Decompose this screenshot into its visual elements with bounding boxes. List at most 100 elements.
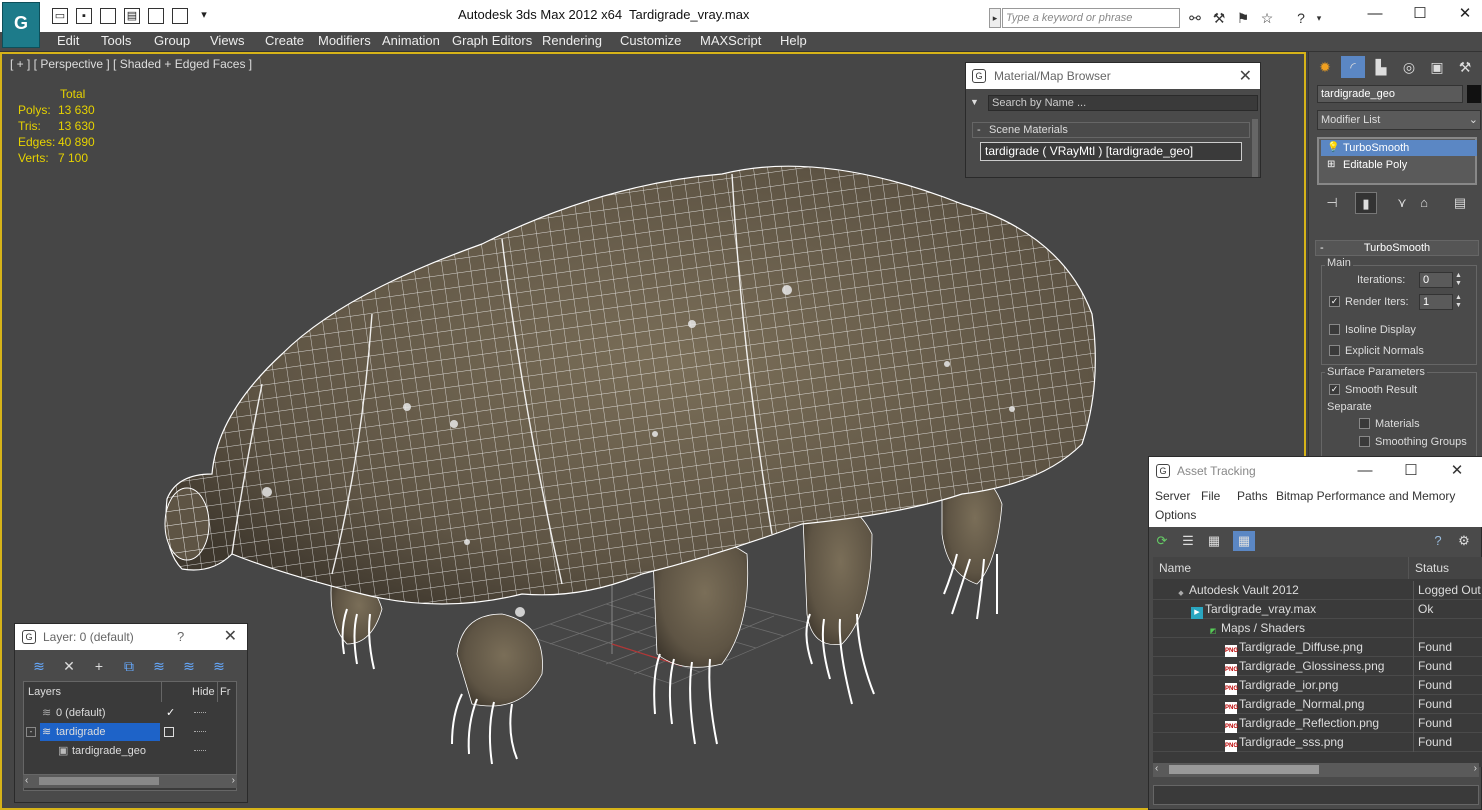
menu-edit[interactable]: Edit (57, 33, 79, 48)
new-icon[interactable] (100, 8, 116, 24)
spinner-arrows-icon[interactable]: ▲ ▼ (1455, 294, 1463, 310)
iterations-spinner[interactable]: 0 (1419, 272, 1453, 288)
column-header-layers[interactable]: Layers (24, 682, 162, 702)
object-color-swatch[interactable] (1467, 85, 1481, 103)
menu-animation[interactable]: Animation (382, 33, 440, 48)
smooth-result-checkbox[interactable]: ✓ (1329, 384, 1340, 395)
render-iters-checkbox[interactable]: ✓ (1329, 296, 1340, 307)
hierarchy-tab-icon[interactable]: ▙ (1369, 56, 1393, 78)
table-row[interactable]: PNGTardigrade_Diffuse.png Found (1153, 638, 1482, 657)
help-dropdown-icon[interactable]: ▾ (1310, 9, 1328, 27)
material-browser-title-bar[interactable]: Material/Map Browser (966, 63, 1260, 89)
close-icon[interactable]: ✕ (1239, 66, 1252, 86)
select-in-layer-icon[interactable]: ⧉ (119, 657, 139, 675)
horizontal-scrollbar[interactable]: ‹ › (23, 774, 237, 788)
quick-access-dropdown-icon[interactable]: ▾ (196, 8, 212, 24)
scroll-right-icon[interactable]: › (232, 775, 235, 786)
freeze-all-layers-icon[interactable]: ≋ (209, 657, 229, 675)
scrollbar[interactable] (1252, 119, 1258, 177)
hide-toggle[interactable] (194, 731, 206, 732)
minimize-button[interactable]: — (1345, 457, 1385, 485)
column-header-name[interactable]: Name (1153, 557, 1409, 579)
table-row[interactable]: ▶ Tardigrade_vray.max Ok (1153, 600, 1482, 619)
modifier-list-dropdown[interactable]: Modifier List ⌄ (1317, 110, 1481, 130)
menu-group[interactable]: Group (154, 33, 190, 48)
close-button[interactable]: ✕ (1437, 457, 1477, 485)
table-row[interactable]: PNGTardigrade_Glossiness.png Found (1153, 657, 1482, 676)
help-icon[interactable]: ? (1292, 9, 1310, 27)
table-row[interactable]: ◆ Autodesk Vault 2012 Logged Out (1153, 581, 1482, 600)
open-icon[interactable]: ▭ (52, 8, 68, 24)
layer-row-default[interactable]: ≋ 0 (default) ✓ (24, 704, 236, 722)
highlight-layer-icon[interactable]: ≋ (149, 657, 169, 675)
lightbulb-icon[interactable]: 💡 (1327, 142, 1339, 154)
search-input[interactable]: Type a keyword or phrase (1002, 8, 1180, 28)
material-search-input[interactable]: Search by Name ... (988, 95, 1258, 111)
redo-icon[interactable] (172, 8, 188, 24)
save-icon[interactable]: ▪ (76, 8, 92, 24)
collapse-minus-icon[interactable]: - (26, 727, 36, 737)
search-expand-icon[interactable]: ▸ (989, 8, 1001, 28)
active-layer-check-icon[interactable]: ✓ (166, 704, 175, 722)
horizontal-scrollbar[interactable]: ‹ › (1153, 763, 1479, 777)
communication-icon[interactable]: ⚑ (1234, 9, 1252, 27)
isoline-display-checkbox[interactable] (1329, 324, 1340, 335)
list-view-icon[interactable]: ☰ (1177, 531, 1199, 551)
render-iters-spinner[interactable]: 1 (1419, 294, 1453, 310)
binoculars-icon[interactable]: ⚯ (1186, 9, 1204, 27)
remove-modifier-icon[interactable]: ⌂ (1413, 192, 1435, 214)
table-row[interactable]: PNGTardigrade_Normal.png Found (1153, 695, 1482, 714)
thumbnail-view-icon[interactable]: ▦ (1203, 531, 1225, 551)
viewport-label[interactable]: [ + ] [ Perspective ] [ Shaded + Edged F… (10, 57, 252, 71)
menu-help[interactable]: Help (780, 33, 807, 48)
expand-plus-icon[interactable]: ⊞ (1327, 159, 1337, 171)
explicit-normals-checkbox[interactable] (1329, 345, 1340, 356)
pin-stack-icon[interactable]: ⊣ (1321, 192, 1343, 214)
help-icon[interactable]: ? (177, 624, 184, 650)
favorites-star-icon[interactable]: ☆ (1258, 9, 1276, 27)
menu-server[interactable]: Server (1155, 489, 1190, 503)
separate-smoothing-groups-checkbox[interactable] (1359, 436, 1370, 447)
menu-modifiers[interactable]: Modifiers (318, 33, 371, 48)
turbosmooth-rollout-header[interactable]: - TurboSmooth (1315, 240, 1479, 256)
table-view-icon[interactable]: ▦ (1233, 531, 1255, 551)
menu-rendering[interactable]: Rendering (542, 33, 602, 48)
utilities-tab-icon[interactable]: ⚒ (1453, 56, 1477, 78)
scroll-left-icon[interactable]: ‹ (1155, 763, 1158, 774)
create-layer-icon[interactable]: ≋ (29, 657, 49, 675)
create-tab-icon[interactable]: ✹ (1313, 56, 1337, 78)
menu-paths[interactable]: Paths (1237, 489, 1268, 503)
menu-options[interactable]: Options (1155, 508, 1196, 522)
close-button[interactable]: ✕ (1450, 4, 1480, 24)
hold-icon[interactable]: ▤ (124, 8, 140, 24)
menu-file[interactable]: File (1201, 489, 1220, 503)
material-item[interactable]: tardigrade ( VRayMtl ) [tardigrade_geo] (980, 142, 1242, 161)
configure-sets-icon[interactable]: ▤ (1449, 192, 1471, 214)
tools-icon[interactable]: ⚒ (1210, 9, 1228, 27)
scene-materials-header[interactable]: - Scene Materials (972, 122, 1250, 138)
scroll-right-icon[interactable]: › (1474, 763, 1477, 774)
layer-row-tardigrade[interactable]: - tardigrade ≋ (24, 723, 236, 741)
spinner-arrows-icon[interactable]: ▲ ▼ (1455, 272, 1463, 288)
display-tab-icon[interactable]: ▣ (1425, 56, 1449, 78)
modify-tab-icon[interactable]: ◜ (1341, 56, 1365, 78)
table-row[interactable]: PNGTardigrade_ior.png Found (1153, 676, 1482, 695)
menu-graph-editors[interactable]: Graph Editors (452, 33, 532, 48)
minimize-button[interactable]: — (1360, 4, 1390, 24)
add-to-layer-icon[interactable]: + (89, 657, 109, 675)
menu-tools[interactable]: Tools (101, 33, 131, 48)
hide-all-layers-icon[interactable]: ≋ (179, 657, 199, 675)
stack-item-editable-poly[interactable]: ⊞ Editable Poly (1321, 157, 1477, 173)
maximize-button[interactable]: ☐ (1391, 457, 1431, 485)
layer-dialog-title-bar[interactable]: Layer: 0 (default) (15, 624, 247, 650)
delete-layer-icon[interactable]: ✕ (59, 657, 79, 675)
column-header-hide[interactable]: Hide (188, 682, 218, 702)
app-logo-button[interactable]: G (2, 2, 40, 48)
menu-bitmap-performance[interactable]: Bitmap Performance and Memory (1276, 489, 1455, 503)
stack-item-turbosmooth[interactable]: 💡 TurboSmooth (1321, 140, 1477, 156)
maximize-button[interactable]: ☐ (1405, 4, 1435, 24)
asset-tracking-title-bar[interactable]: Asset Tracking (1149, 457, 1482, 485)
close-icon[interactable]: ✕ (224, 626, 237, 646)
menu-views[interactable]: Views (210, 33, 244, 48)
menu-customize[interactable]: Customize (620, 33, 681, 48)
